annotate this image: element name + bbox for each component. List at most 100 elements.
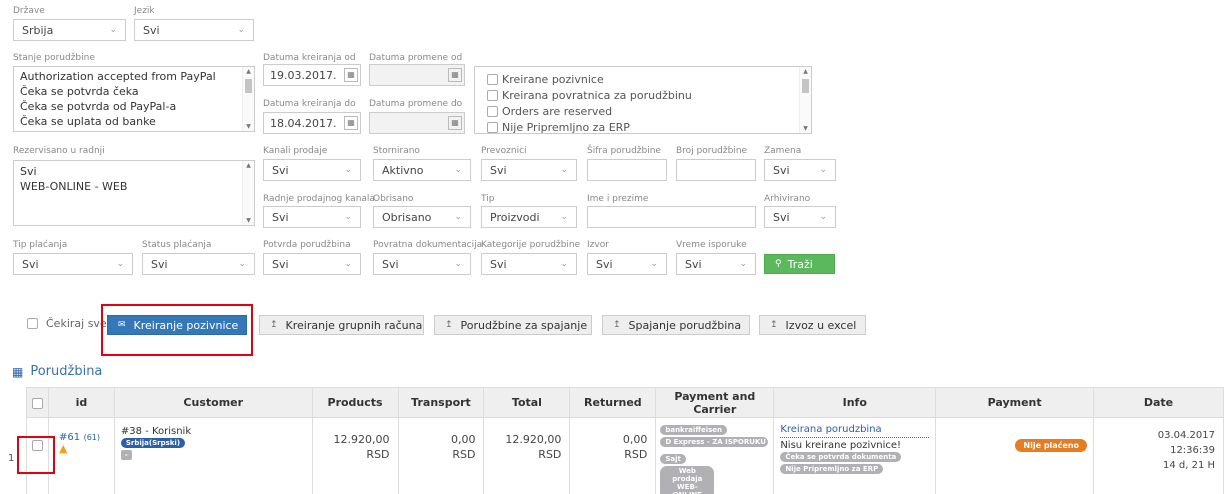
checkbox-kreirana-povratnica[interactable]: Kreirana povratnica za porudžbinu	[481, 87, 811, 103]
status-placanja-select[interactable]: Svi ⌄	[142, 253, 255, 275]
header-select[interactable]	[26, 387, 49, 418]
checkbox-orders-reserved[interactable]: Orders are reserved	[481, 103, 811, 119]
izvor-select[interactable]: Svi ⌄	[587, 253, 667, 275]
tip-placanja-select[interactable]: Svi ⌄	[13, 253, 133, 275]
sifra-input[interactable]	[587, 159, 667, 181]
chevron-down-icon: ⌄	[238, 259, 246, 269]
izvoz-u-excel-button[interactable]: ↥ Izvoz u excel	[759, 315, 866, 335]
scroll-up-icon[interactable]: ▲	[243, 162, 254, 169]
broj-input[interactable]	[676, 159, 756, 181]
header-products[interactable]: Products	[311, 387, 399, 418]
list-item[interactable]: Svi	[14, 164, 254, 179]
grupnih-racuna-button[interactable]: ↥ Kreiranje grupnih računa	[259, 315, 424, 335]
kanali-select[interactable]: Svi ⌄	[263, 159, 361, 181]
stanje-listbox[interactable]: Authorization accepted from PayPal Čeka …	[13, 66, 255, 132]
header-payment[interactable]: Payment	[935, 387, 1095, 418]
stornirano-select[interactable]: Aktivno ⌄	[373, 159, 471, 181]
order-id[interactable]: #61 (61) ▲	[47, 417, 115, 494]
datum-promene-od-label: Datuma promene od	[369, 53, 463, 63]
checkbox[interactable]	[27, 318, 38, 329]
datum-kreiranja-do-input[interactable]: 18.04.2017. ▦	[263, 112, 361, 134]
header-info[interactable]: Info	[773, 387, 937, 418]
datum-kreiranja-od-input[interactable]: 19.03.2017. ▦	[263, 64, 361, 86]
trazi-button[interactable]: ⚲ Traži	[764, 254, 835, 274]
returned-cell: 0,00 RSD	[569, 417, 657, 494]
vreme-select[interactable]: Svi ⌄	[676, 253, 756, 275]
date-cell: 03.04.2017 12:36:39 14 d, 21 H	[1093, 417, 1224, 494]
spajanje-porudzbina-button[interactable]: ↥ Spajanje porudžbina	[602, 315, 750, 335]
radnje-kanala-select[interactable]: Svi ⌄	[263, 206, 361, 228]
calendar-icon[interactable]: ▦	[448, 116, 462, 130]
currency-label: RSD	[624, 448, 648, 461]
info-text: Nisu kreirane pozivnice!	[780, 440, 902, 451]
checkbox-label: Kreirane pozivnice	[502, 72, 604, 86]
ime-input[interactable]	[587, 206, 756, 228]
info-link[interactable]: Kreirana porudzbina	[780, 424, 929, 435]
tip-select[interactable]: Proizvodi ⌄	[481, 206, 577, 228]
checkbox-kreirane-pozivnice[interactable]: Kreirane pozivnice	[481, 71, 811, 87]
table-row[interactable]: #61 (61) ▲ #38 - Korisnik Srbija(Srpski) …	[26, 417, 1224, 494]
checkbox[interactable]	[487, 73, 498, 85]
chevron-down-icon: ⌄	[344, 259, 352, 269]
cekiraj-sve[interactable]: Čekiraj sve	[27, 317, 107, 330]
calendar-icon[interactable]: ▦	[448, 68, 462, 82]
scrollbar[interactable]: ▲ ▼	[799, 67, 811, 133]
checkbox-label: Orders are reserved	[502, 104, 613, 118]
calendar-icon[interactable]: ▦	[344, 68, 358, 82]
order-time: 12:36:39	[1170, 445, 1215, 456]
calendar-icon[interactable]: ▦	[344, 116, 358, 130]
header-returned[interactable]: Returned	[569, 387, 657, 418]
zamena-value: Svi	[773, 163, 790, 177]
scroll-up-icon[interactable]: ▲	[800, 68, 811, 75]
obrisano-select[interactable]: Obrisano ⌄	[373, 206, 471, 228]
currency-label: RSD	[366, 448, 390, 461]
datum-promene-do-input[interactable]: ▦	[369, 112, 465, 134]
checkbox-nije-pripremljno[interactable]: Nije Pripremljno za ERP	[481, 119, 811, 133]
header-transport[interactable]: Transport	[397, 387, 485, 418]
zamena-select[interactable]: Svi ⌄	[764, 159, 836, 181]
list-item[interactable]: Čeka se potvrda čeka	[14, 84, 254, 99]
jezik-label: Jezik	[134, 6, 155, 16]
orders-table: id Customer Products Transport Total Ret…	[26, 387, 1224, 494]
checkbox-label: Kreirana povratnica za porudžbinu	[502, 88, 692, 102]
chevron-down-icon: ⌄	[819, 212, 827, 222]
list-item[interactable]: Čeka se potvrda od PayPal-a	[14, 99, 254, 114]
chevron-down-icon: ⌄	[344, 212, 352, 222]
scroll-down-icon[interactable]: ▼	[243, 123, 254, 130]
header-customer[interactable]: Customer	[113, 387, 313, 418]
checkbox[interactable]	[31, 397, 43, 409]
checkbox[interactable]	[487, 105, 498, 117]
products-cell: 12.920,00 RSD	[311, 417, 399, 494]
potvrda-select[interactable]: Svi ⌄	[263, 253, 361, 275]
scrollbar[interactable]: ▲ ▼	[242, 67, 254, 131]
header-date[interactable]: Date	[1093, 387, 1224, 418]
header-id[interactable]: id	[47, 387, 115, 418]
drzave-select[interactable]: Srbija ⌄	[13, 19, 126, 41]
porudzbine-za-spajanje-button[interactable]: ↥ Porudžbine za spajanje	[434, 315, 592, 335]
scroll-up-icon[interactable]: ▲	[243, 68, 254, 75]
chevron-down-icon: ⌄	[560, 212, 568, 222]
scroll-down-icon[interactable]: ▼	[243, 217, 254, 224]
flags-checklist[interactable]: Kreirane pozivnice Kreirana povratnica z…	[474, 66, 812, 134]
list-item[interactable]: WEB-ONLINE - WEB	[14, 179, 254, 194]
datum-promene-od-input[interactable]: ▦	[369, 64, 465, 86]
list-item[interactable]: Authorization accepted from PayPal	[14, 69, 254, 84]
scroll-down-icon[interactable]: ▼	[800, 125, 811, 132]
upload-icon: ↥	[613, 320, 621, 330]
checkbox[interactable]	[487, 89, 498, 101]
arhivirano-select[interactable]: Svi ⌄	[764, 206, 836, 228]
total-value: 12.920,00	[505, 433, 562, 446]
prevoznici-select[interactable]: Svi ⌄	[481, 159, 577, 181]
chevron-down-icon: ⌄	[344, 165, 352, 175]
rezervisano-listbox[interactable]: Svi WEB-ONLINE - WEB ▲ ▼	[13, 160, 255, 226]
kategorije-select[interactable]: Svi ⌄	[481, 253, 577, 275]
scrollbar[interactable]: ▲ ▼	[242, 161, 254, 225]
customer-name[interactable]: #38 - Korisnik	[121, 426, 306, 437]
list-item[interactable]: Čeka se uplata od banke	[14, 114, 254, 129]
jezik-select[interactable]: Svi ⌄	[134, 19, 254, 41]
checkbox[interactable]	[487, 121, 498, 133]
header-payment-carrier[interactable]: Payment and Carrier	[655, 387, 775, 418]
header-total[interactable]: Total	[483, 387, 571, 418]
izvor-label: Izvor	[587, 240, 609, 250]
povratna-select[interactable]: Svi ⌄	[373, 253, 471, 275]
